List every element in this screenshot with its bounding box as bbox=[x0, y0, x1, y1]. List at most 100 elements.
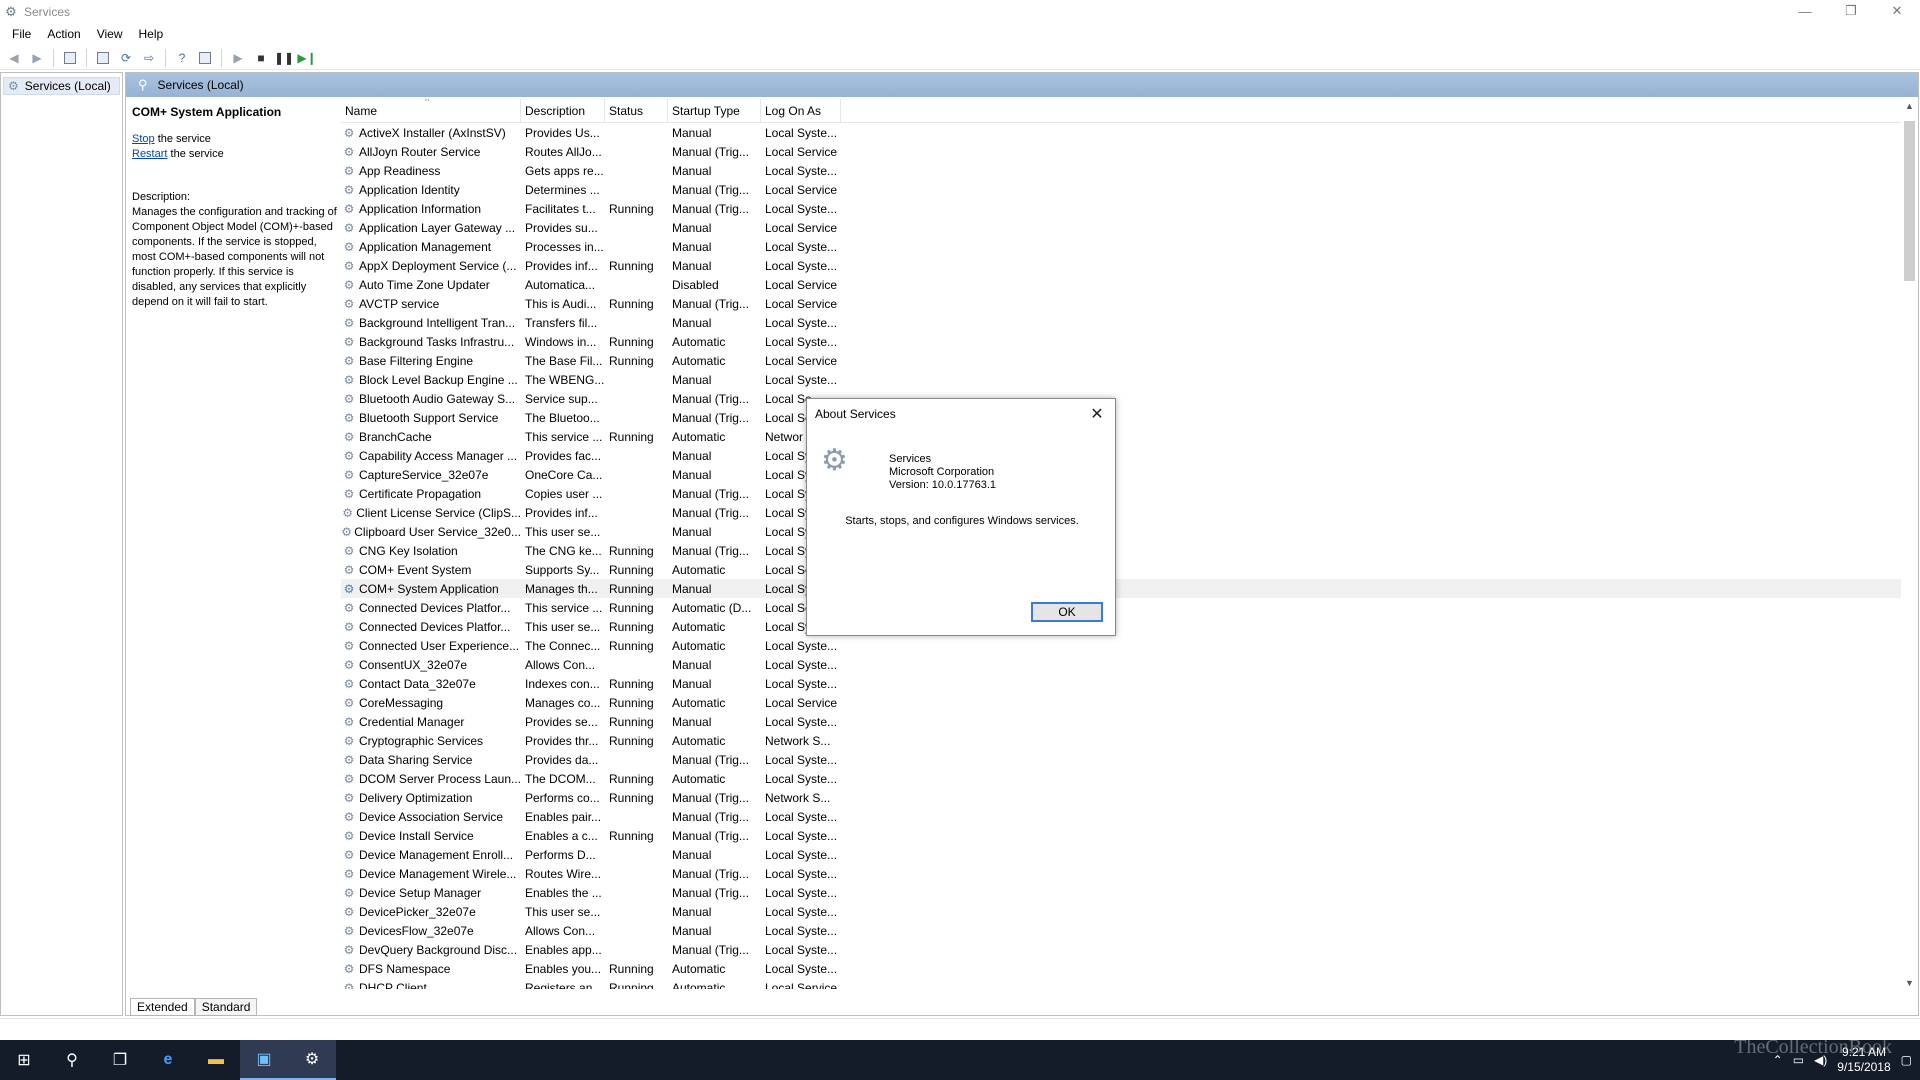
restart-link[interactable]: Restart bbox=[132, 148, 167, 160]
file-explorer-icon[interactable]: ▬ bbox=[192, 1040, 240, 1080]
column-header-status[interactable]: Status bbox=[605, 99, 668, 123]
table-row[interactable]: ⚙ Connected Devices Platfor... This servic… bbox=[341, 598, 1901, 617]
column-header-startup-type[interactable]: Startup Type bbox=[668, 99, 761, 123]
table-row[interactable]: ⚙ CaptureService_32e07e OneCore Ca... Manua… bbox=[341, 465, 1901, 484]
scroll-thumb[interactable] bbox=[1904, 121, 1915, 281]
table-row[interactable]: ⚙ DFS Namespace Enables you... Running Autom… bbox=[341, 959, 1901, 978]
stop-link[interactable]: Stop bbox=[132, 133, 155, 145]
service-description-cell: This service ... bbox=[525, 429, 603, 444]
table-row[interactable]: ⚙ COM+ System Application Manages th... Run… bbox=[341, 579, 1901, 598]
close-window-button[interactable]: ✕ bbox=[1874, 0, 1920, 22]
start-windows-icon[interactable]: ⊞ bbox=[0, 1040, 48, 1080]
service-startup-type-cell: Manual (Trig... bbox=[672, 201, 749, 216]
pause-service-icon[interactable]: ❚❚ bbox=[274, 48, 294, 68]
table-row[interactable]: ⚙ Capability Access Manager ... Provides f… bbox=[341, 446, 1901, 465]
table-row[interactable]: ⚙ Application Management Processes in... Ma… bbox=[341, 237, 1901, 256]
table-row[interactable]: ⚙ BranchCache This service ... Running Autom… bbox=[341, 427, 1901, 446]
menu-bar: File Action View Help bbox=[0, 24, 1920, 44]
internet-explorer-icon[interactable]: e bbox=[144, 1040, 192, 1080]
table-row[interactable]: ⚙ Delivery Optimization Performs co... Runn… bbox=[341, 788, 1901, 807]
table-row[interactable]: ⚙ Block Level Backup Engine ... The WBENG.… bbox=[341, 370, 1901, 389]
tab-standard[interactable]: Standard bbox=[194, 998, 258, 1016]
service-startup-type-cell: Manual bbox=[672, 904, 712, 919]
service-description-cell: The Base Fil... bbox=[525, 353, 603, 368]
menu-action[interactable]: Action bbox=[39, 27, 88, 41]
table-row[interactable]: ⚙ Connected User Experience... The Connec.… bbox=[341, 636, 1901, 655]
service-name-cell: ⚙ CoreMessaging bbox=[341, 696, 521, 710]
show-hide-console-tree-icon[interactable] bbox=[60, 48, 80, 68]
table-row[interactable]: ⚙ ActiveX Installer (AxInstSV) Provides Us… bbox=[341, 123, 1901, 142]
column-header-description[interactable]: Description bbox=[521, 99, 605, 123]
column-header-name[interactable]: Name ^ bbox=[341, 99, 521, 123]
table-row[interactable]: ⚙ Application Identity Determines ... Manua… bbox=[341, 180, 1901, 199]
table-row[interactable]: ⚙ Device Association Service Enables pair.… bbox=[341, 807, 1901, 826]
table-row[interactable]: ⚙ DevQuery Background Disc... Enables app.… bbox=[341, 940, 1901, 959]
table-row[interactable]: ⚙ Connected Devices Platfor... This user s… bbox=[341, 617, 1901, 636]
column-header-log-on-as[interactable]: Log On As bbox=[761, 99, 841, 123]
help-icon[interactable]: ? bbox=[172, 48, 192, 68]
back-icon[interactable]: ◀ bbox=[4, 48, 24, 68]
start-service-icon[interactable]: ▶ bbox=[228, 48, 248, 68]
table-row[interactable]: ⚙ CoreMessaging Manages co... Running Automa… bbox=[341, 693, 1901, 712]
dialog-close-icon[interactable]: ✕ bbox=[1085, 403, 1109, 425]
table-row[interactable]: ⚙ ConsentUX_32e07e Allows Con... Manual Loca… bbox=[341, 655, 1901, 674]
table-row[interactable]: ⚙ App Readiness Gets apps re... Manual Local… bbox=[341, 161, 1901, 180]
minimize-button[interactable]: — bbox=[1782, 0, 1828, 22]
table-row[interactable]: ⚙ DevicePicker_32e07e This user se... Manua… bbox=[341, 902, 1901, 921]
table-row[interactable]: ⚙ Device Management Enroll... Performs D..… bbox=[341, 845, 1901, 864]
table-row[interactable]: ⚙ Bluetooth Audio Gateway S... Service sup… bbox=[341, 389, 1901, 408]
table-row[interactable]: ⚙ Certificate Propagation Copies user ... M… bbox=[341, 484, 1901, 503]
task-view-icon[interactable]: ❐ bbox=[96, 1040, 144, 1080]
search-icon: ⚲ bbox=[138, 77, 148, 92]
table-row[interactable]: ⚙ Device Install Service Enables a c... Run… bbox=[341, 826, 1901, 845]
table-row[interactable]: ⚙ DCOM Server Process Laun... The DCOM... R… bbox=[341, 769, 1901, 788]
table-row[interactable]: ⚙ AllJoyn Router Service Routes AllJo... Ma… bbox=[341, 142, 1901, 161]
export-list-icon[interactable]: ⇨ bbox=[139, 48, 159, 68]
scroll-down-icon[interactable]: ▼ bbox=[1901, 974, 1918, 991]
table-row[interactable]: ⚙ Data Sharing Service Provides da... Manua… bbox=[341, 750, 1901, 769]
table-row[interactable]: ⚙ COM+ Event System Supports Sy... Running A… bbox=[341, 560, 1901, 579]
service-gear-icon: ⚙ bbox=[343, 315, 355, 330]
table-row[interactable]: ⚙ Background Tasks Infrastru... Windows in… bbox=[341, 332, 1901, 351]
table-row[interactable]: ⚙ Cryptographic Services Provides thr... Ru… bbox=[341, 731, 1901, 750]
table-row[interactable]: ⚙ CNG Key Isolation The CNG ke... Running Ma… bbox=[341, 541, 1901, 560]
service-name: DevicePicker_32e07e bbox=[359, 904, 476, 919]
server-manager-icon[interactable]: ▣ bbox=[240, 1040, 288, 1080]
show-action-pane-icon[interactable] bbox=[195, 48, 215, 68]
table-row[interactable]: ⚙ Credential Manager Provides se... Running… bbox=[341, 712, 1901, 731]
search-icon[interactable]: ⚲ bbox=[48, 1040, 96, 1080]
restart-service-icon[interactable]: ▶❙ bbox=[297, 48, 317, 68]
table-row[interactable]: ⚙ Device Setup Manager Enables the ... Manu… bbox=[341, 883, 1901, 902]
stop-service-icon[interactable]: ■ bbox=[251, 48, 271, 68]
table-row[interactable]: ⚙ Client License Service (ClipS... Provide… bbox=[341, 503, 1901, 522]
ok-button[interactable]: OK bbox=[1031, 602, 1103, 622]
table-row[interactable]: ⚙ Contact Data_32e07e Indexes con... Runnin… bbox=[341, 674, 1901, 693]
scroll-up-icon[interactable]: ▲ bbox=[1901, 97, 1918, 114]
properties-icon[interactable] bbox=[93, 48, 113, 68]
table-row[interactable]: ⚙ Background Intelligent Tran... Transfers… bbox=[341, 313, 1901, 332]
tab-extended[interactable]: Extended bbox=[130, 998, 195, 1016]
refresh-icon[interactable]: ⟳ bbox=[116, 48, 136, 68]
forward-icon[interactable]: ▶ bbox=[27, 48, 47, 68]
table-row[interactable]: ⚙ Application Information Facilitates t...… bbox=[341, 199, 1901, 218]
menu-view[interactable]: View bbox=[89, 27, 131, 41]
service-name-cell: ⚙ Application Information bbox=[341, 202, 521, 216]
restore-button[interactable]: ❐ bbox=[1828, 0, 1874, 22]
table-row[interactable]: ⚙ DHCP Client Registers an... Running Automa… bbox=[341, 978, 1901, 990]
menu-help[interactable]: Help bbox=[131, 27, 172, 41]
table-row[interactable]: ⚙ Bluetooth Support Service The Bluetoo...… bbox=[341, 408, 1901, 427]
vertical-scrollbar[interactable]: ▲ ▼ bbox=[1901, 97, 1918, 991]
table-row[interactable]: ⚙ AppX Deployment Service (... Provides in… bbox=[341, 256, 1901, 275]
table-row[interactable]: ⚙ Base Filtering Engine The Base Fil... Run… bbox=[341, 351, 1901, 370]
table-row[interactable]: ⚙ Clipboard User Service_32e0... This user… bbox=[341, 522, 1901, 541]
service-status-cell: Running bbox=[609, 771, 654, 786]
tree-item-services-local[interactable]: ⚙ Services (Local) bbox=[3, 77, 120, 95]
table-row[interactable]: ⚙ Auto Time Zone Updater Automatica... Disa… bbox=[341, 275, 1901, 294]
table-row[interactable]: ⚙ Device Management Wirele... Routes Wire.… bbox=[341, 864, 1901, 883]
services-taskbar-icon[interactable]: ⚙ bbox=[288, 1040, 336, 1080]
table-row[interactable]: ⚙ Application Layer Gateway ... Provides s… bbox=[341, 218, 1901, 237]
table-row[interactable]: ⚙ DevicesFlow_32e07e Allows Con... Manual Lo… bbox=[341, 921, 1901, 940]
table-row[interactable]: ⚙ AVCTP service This is Audi... Running Manu… bbox=[341, 294, 1901, 313]
menu-file[interactable]: File bbox=[4, 27, 39, 41]
action-center-icon[interactable]: ▢ bbox=[1901, 1053, 1912, 1067]
